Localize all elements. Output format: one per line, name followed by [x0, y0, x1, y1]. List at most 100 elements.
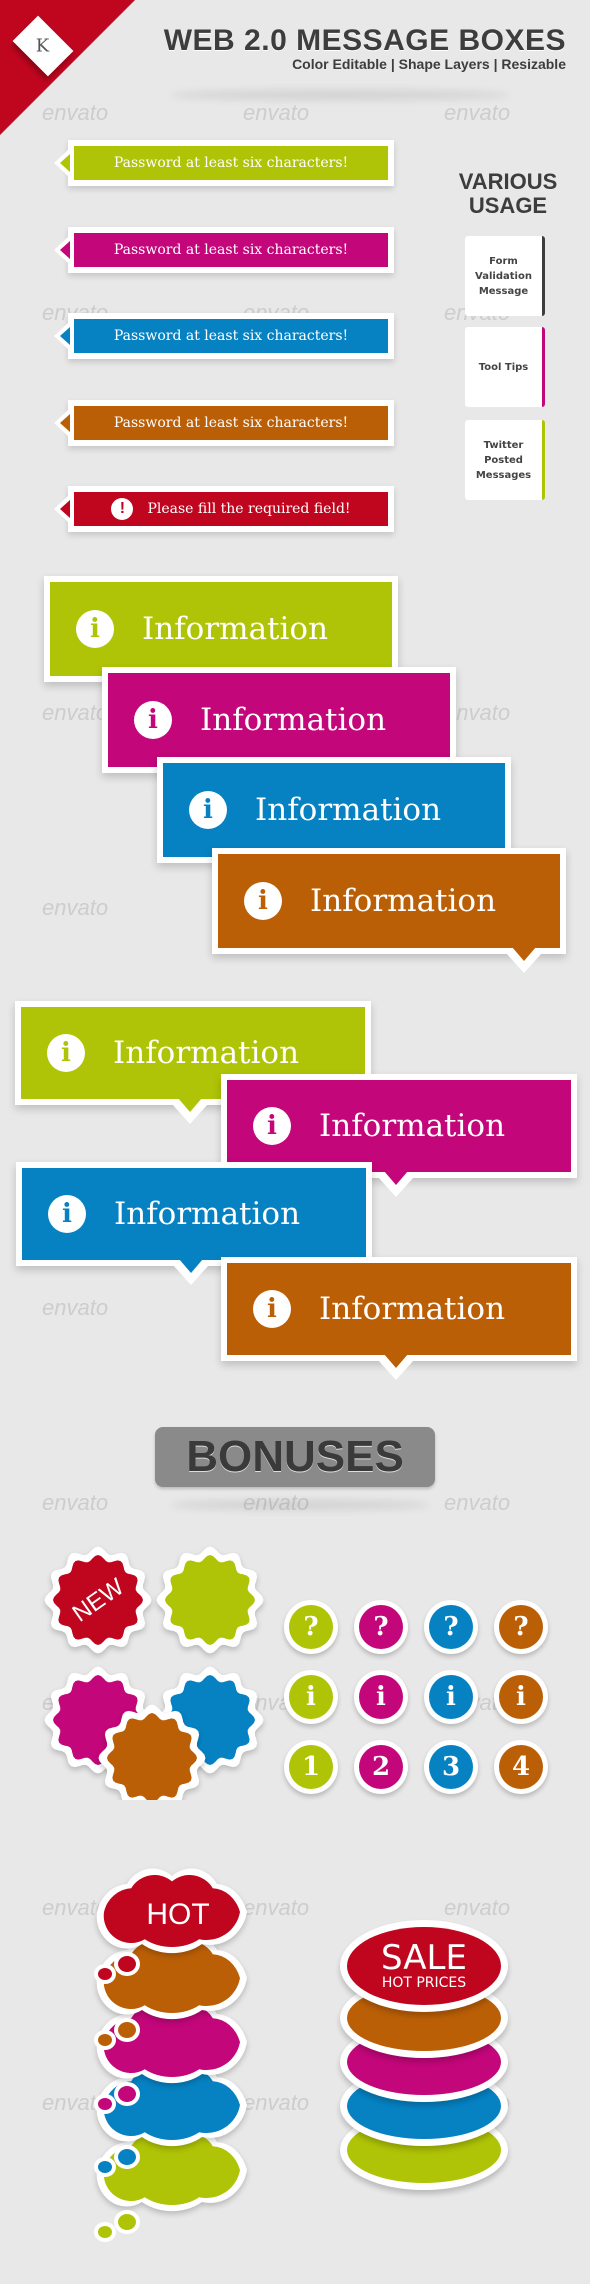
usage-card-label: Form Validation Message — [475, 255, 532, 297]
envato-watermark: envato — [42, 1490, 109, 1515]
message-text: Password at least six characters! — [113, 155, 349, 171]
info-icon: i — [48, 1195, 86, 1233]
usage-title: VARIOUS USAGE — [458, 169, 558, 218]
badge-glyph: 1 — [289, 1745, 333, 1789]
pointer-arrow-fill — [60, 154, 70, 172]
info-label: Information — [114, 1196, 301, 1232]
circle-badge: ? — [354, 1600, 408, 1654]
header-shadow — [170, 90, 510, 100]
speech-tail-fill — [384, 1354, 408, 1368]
starburst-badge — [156, 1546, 264, 1654]
thought-dot — [98, 2161, 112, 2173]
circle-badge: i — [284, 1670, 338, 1724]
info-label: Information — [310, 883, 497, 919]
validation-message: ! Please fill the required field! — [54, 486, 394, 532]
info-body: i Information — [227, 1263, 571, 1355]
thought-dot — [118, 2214, 136, 2230]
message-body: Password at least six characters! — [74, 146, 388, 180]
speech-tail-fill — [178, 1098, 202, 1112]
bonuses-heading: BONUSES — [155, 1427, 435, 1487]
message-body: Password at least six characters! — [74, 233, 388, 267]
page-subtitle: Color Editable | Shape Layers | Resizabl… — [292, 56, 566, 72]
badge-glyph: ? — [359, 1605, 403, 1649]
info-box: i Information — [221, 1257, 577, 1380]
thought-bubble-stack: HOT — [94, 1868, 247, 2242]
message-body: Password at least six characters! — [74, 406, 388, 440]
usage-card: Twitter Posted Messages — [465, 420, 545, 500]
thought-dot — [118, 1956, 136, 1972]
circle-badge: 3 — [424, 1740, 478, 1794]
badge-glyph: i — [289, 1675, 333, 1719]
envato-watermark: envato — [444, 1490, 511, 1515]
info-icon: i — [134, 701, 172, 739]
sale-subtitle: HOT PRICES — [381, 1975, 467, 1991]
pointer-arrow-fill — [60, 241, 70, 259]
envato-watermark: envato — [42, 100, 109, 125]
bonuses-shadow — [170, 1500, 430, 1510]
speech-tail-fill — [512, 947, 536, 961]
message-text: Please fill the required field! — [147, 501, 351, 517]
circle-badge: i — [424, 1670, 478, 1724]
info-box: i Information — [16, 1162, 372, 1285]
starburst-badge: NEW — [44, 1546, 152, 1654]
info-body: i Information — [227, 1080, 571, 1172]
sale-title: SALE — [381, 1938, 467, 1978]
circle-badge: 2 — [354, 1740, 408, 1794]
exclamation-icon: ! — [111, 498, 134, 520]
usage-card: Tool Tips — [465, 327, 545, 407]
sale-ellipse-fill: SALE HOT PRICES — [347, 1927, 501, 2005]
badge-glyph: i — [359, 1675, 403, 1719]
envato-watermark: envato — [42, 1295, 109, 1320]
info-body: i Information — [163, 763, 505, 857]
thought-dot — [98, 2226, 112, 2238]
info-icon: i — [244, 882, 282, 920]
info-label: Information — [113, 1035, 300, 1071]
circle-badge: 1 — [284, 1740, 338, 1794]
info-icon: i — [76, 610, 114, 648]
starburst-group: NEW — [44, 1546, 264, 1800]
info-label: Information — [319, 1108, 506, 1144]
message-body: Password at least six characters! — [74, 319, 388, 353]
message-text: Password at least six characters! — [113, 328, 349, 344]
thought-dot — [98, 2098, 112, 2110]
badge-glyph: 4 — [499, 1745, 543, 1789]
validation-message: Password at least six characters! — [54, 227, 394, 273]
circle-badge: i — [494, 1670, 548, 1724]
info-icon: i — [253, 1107, 291, 1145]
thought-label: HOT — [146, 1898, 209, 1931]
thought-dot — [98, 1968, 112, 1980]
usage-card-label: Twitter Posted Messages — [475, 439, 532, 481]
sale-ellipse: SALE HOT PRICES — [340, 1920, 508, 2012]
envato-watermark: envato — [243, 100, 310, 125]
badge-glyph: ? — [289, 1605, 333, 1649]
thought-dot — [118, 2086, 136, 2102]
info-label: Information — [142, 611, 329, 647]
envato-watermark: envato — [42, 700, 109, 725]
circle-badge: i — [354, 1670, 408, 1724]
info-icon: i — [189, 791, 227, 829]
envato-watermark: envato — [42, 895, 109, 920]
validation-message: Password at least six characters! — [54, 400, 394, 446]
pointer-arrow-fill — [60, 414, 70, 432]
badge-glyph: 3 — [429, 1745, 473, 1789]
info-label: Information — [200, 702, 387, 738]
envato-watermark: envato — [444, 1895, 511, 1920]
info-icon: i — [47, 1034, 85, 1072]
info-body: i Information — [22, 1168, 366, 1260]
info-box: i Information — [212, 848, 566, 973]
info-icon: i — [253, 1290, 291, 1328]
speech-tail-fill — [179, 1259, 203, 1273]
badge-glyph: i — [429, 1675, 473, 1719]
speech-tail-fill — [384, 1171, 408, 1185]
circle-badge: 4 — [494, 1740, 548, 1794]
pointer-arrow-fill — [60, 500, 70, 518]
message-text: Password at least six characters! — [113, 415, 349, 431]
envato-watermark: envato — [444, 100, 511, 125]
thought-dot — [118, 2149, 136, 2165]
thought-dot — [118, 2022, 136, 2038]
thought-dot — [98, 2034, 112, 2046]
info-body: i Information — [50, 582, 392, 676]
logo-letter: K — [36, 35, 50, 57]
circle-badge: ? — [284, 1600, 338, 1654]
pointer-arrow-fill — [60, 327, 70, 345]
